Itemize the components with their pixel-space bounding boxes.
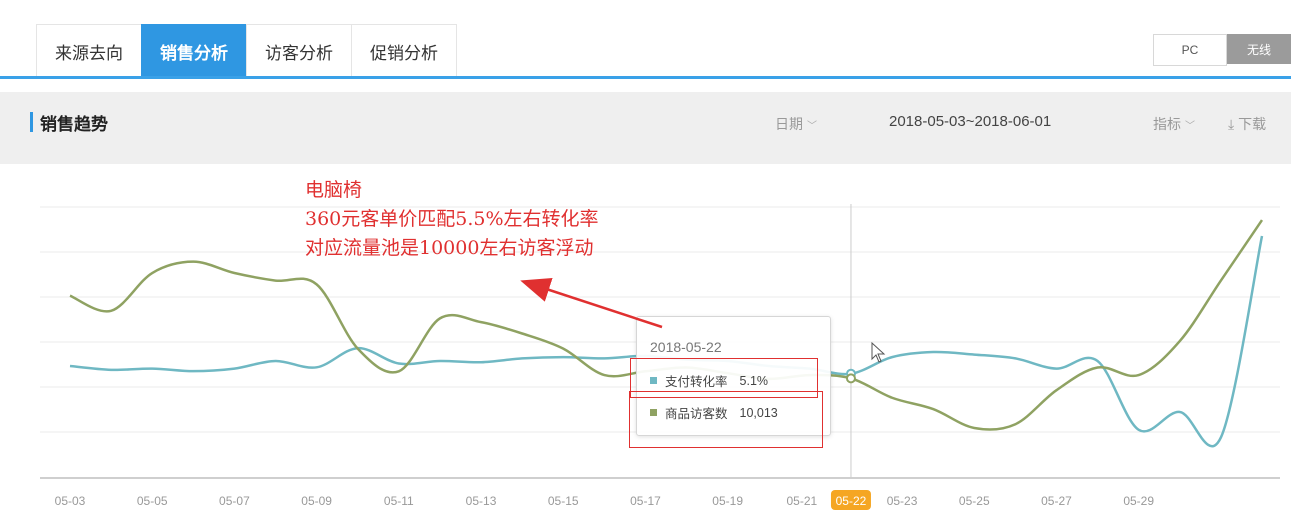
tab-bar: 来源去向 销售分析 访客分析 促销分析 PC 无线 <box>0 0 1291 80</box>
tab-underline <box>0 76 1291 79</box>
metric-filter-dropdown[interactable]: 指标 ﹀ <box>1153 114 1195 134</box>
device-toggle: PC 无线 <box>1153 34 1291 66</box>
tab-visitor[interactable]: 访客分析 <box>246 24 351 78</box>
x-tick-label: 05-27 <box>1041 494 1072 508</box>
x-tick-label: 05-19 <box>712 494 743 508</box>
chart-x-axis: 05-03 05-05 05-07 05-09 05-11 05-13 05-15 05-17… <box>55 490 1154 510</box>
section-title: 销售趋势 <box>40 115 108 134</box>
tooltip-date: 2018-05-22 <box>650 339 722 355</box>
x-tick-label: 05-29 <box>1123 494 1154 508</box>
chevron-down-icon: ﹀ <box>807 121 817 132</box>
annotation-text: 电脑椅 360元客单价匹配5.5%左右转化率 对应流量池是10000左右访客浮动 <box>305 176 599 263</box>
tab-sales[interactable]: 销售分析 <box>141 24 246 78</box>
x-tick-label: 05-21 <box>787 494 818 508</box>
x-tick-label: 05-09 <box>301 494 332 508</box>
metric-filter-label: 指标 <box>1153 116 1181 132</box>
pc-toggle-button[interactable]: PC <box>1153 34 1227 66</box>
tab-source[interactable]: 来源去向 <box>36 24 141 78</box>
date-filter-label: 日期 <box>775 116 803 132</box>
annotation-line-1: 电脑椅 <box>305 179 363 201</box>
analysis-tabs: 来源去向 销售分析 访客分析 促销分析 <box>36 24 457 79</box>
chevron-down-icon: ﹀ <box>1185 121 1195 132</box>
x-tick-label: 05-25 <box>959 494 990 508</box>
x-tick-label: 05-05 <box>137 494 168 508</box>
annotation-line-3: 对应流量池是10000左右访客浮动 <box>305 237 594 259</box>
x-tick-label: 05-03 <box>55 494 86 508</box>
wireless-toggle-button[interactable]: 无线 <box>1227 34 1291 64</box>
data-point-marker <box>845 373 856 384</box>
chart-markers <box>845 368 856 384</box>
x-tick-label: 05-15 <box>548 494 579 508</box>
download-button[interactable]: ⤓ 下载 <box>1228 114 1266 134</box>
annotation-line-2: 360元客单价匹配5.5%左右转化率 <box>305 208 599 230</box>
x-tick-label: 05-13 <box>466 494 497 508</box>
download-icon: ⤓ <box>1228 116 1235 132</box>
x-tick-label: 05-07 <box>219 494 250 508</box>
download-label: 下载 <box>1238 116 1267 132</box>
highlight-box-visitors <box>629 391 823 448</box>
section-header: 销售趋势 日期 ﹀ 2018-05-03~2018-06-01 指标 ﹀ ⤓ 下载 <box>0 92 1291 164</box>
x-tick-label: 05-17 <box>630 494 661 508</box>
x-tick-label: 05-23 <box>887 494 918 508</box>
x-tick-label: 05-11 <box>384 494 414 508</box>
x-tick-label: 05-22 <box>836 494 867 508</box>
section-marker <box>30 112 33 132</box>
date-range[interactable]: 2018-05-03~2018-06-01 <box>889 113 1051 130</box>
tab-promotion[interactable]: 促销分析 <box>351 24 457 78</box>
date-filter-dropdown[interactable]: 日期 ﹀ <box>775 114 817 134</box>
